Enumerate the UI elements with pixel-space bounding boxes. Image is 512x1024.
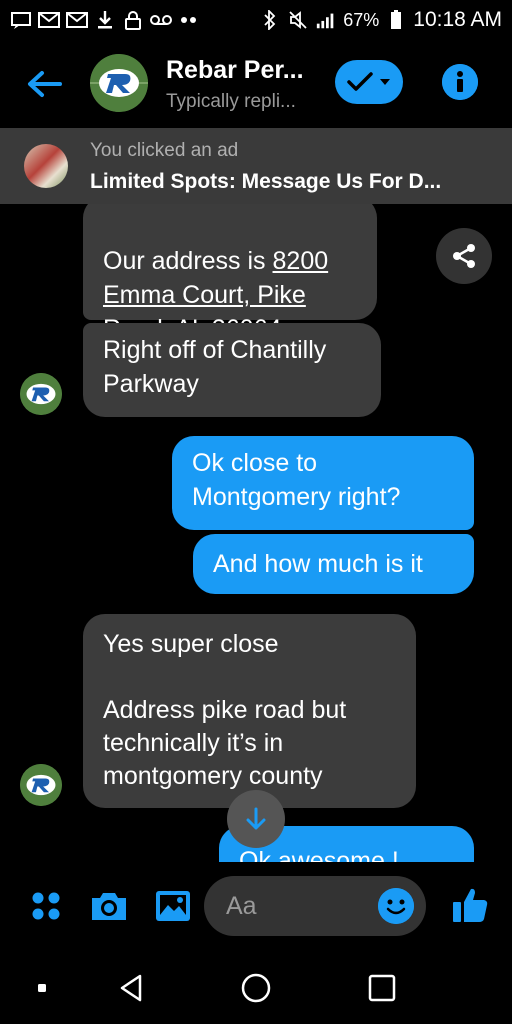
share-button[interactable]: [436, 228, 492, 284]
message-incoming[interactable]: Right off of Chantilly Parkway: [83, 323, 381, 417]
more-actions-button[interactable]: [24, 884, 68, 928]
mark-done-button[interactable]: [335, 60, 403, 104]
gallery-button[interactable]: [150, 884, 196, 928]
gmail-icon: [38, 9, 60, 31]
rebar-logo-icon: [20, 764, 62, 806]
lock-icon: [122, 9, 144, 31]
thumbs-up-icon: [453, 888, 488, 922]
checkmark-icon: [347, 72, 373, 91]
info-button[interactable]: [442, 64, 478, 100]
camera-button[interactable]: [86, 884, 132, 928]
circle-home-icon: [241, 973, 271, 1003]
bluetooth-icon: [259, 9, 281, 31]
message-input[interactable]: [204, 876, 374, 936]
response-time: Typically repli...: [166, 91, 296, 112]
share-icon: [453, 244, 475, 268]
rebar-logo-icon: [90, 54, 148, 112]
ad-title: Limited Spots: Message Us For D...: [90, 170, 442, 193]
dot-icon: [38, 984, 46, 992]
triangle-back-icon: [120, 974, 142, 1002]
message-thread[interactable]: Our address is 8200 Emma Court, Pike Roa…: [0, 204, 512, 862]
scroll-to-bottom-button[interactable]: [227, 790, 285, 848]
message-incoming[interactable]: Yes super close Address pike road but te…: [83, 614, 416, 808]
message-text: Our address is: [103, 247, 273, 275]
message-outgoing[interactable]: Ok close to Montgomery right?: [172, 436, 474, 530]
more-dots-icon: [178, 9, 200, 31]
download-icon: [94, 9, 116, 31]
smiley-icon: [378, 888, 414, 924]
message-incoming[interactable]: Our address is 8200 Emma Court, Pike Roa…: [83, 204, 377, 343]
info-icon: [442, 64, 478, 100]
contact-info[interactable]: Rebar Per... Typically repli...: [166, 56, 326, 113]
contact-avatar[interactable]: [90, 54, 148, 112]
message-outgoing[interactable]: And how much is it: [193, 534, 474, 594]
mute-icon: [287, 9, 309, 31]
system-nav-bar: [0, 952, 512, 1024]
gmail-icon: [66, 9, 88, 31]
ad-label: You clicked an ad: [90, 140, 239, 161]
like-button[interactable]: [446, 880, 494, 930]
back-button[interactable]: [22, 62, 66, 106]
four-dots-icon: [32, 892, 60, 920]
ad-context-banner[interactable]: You clicked an ad Limited Spots: Message…: [0, 128, 512, 204]
signal-icon: [315, 9, 337, 31]
image-icon: [156, 891, 190, 921]
camera-icon: [92, 893, 126, 920]
recents-dot-button[interactable]: [30, 976, 54, 1000]
back-arrow-icon: [28, 71, 62, 97]
battery-icon: [385, 9, 407, 31]
chat-header: Rebar Per... Typically repli...: [0, 40, 512, 128]
system-icons: 67% 10:18 AM: [259, 8, 502, 32]
nav-recents-button[interactable]: [360, 966, 404, 1010]
status-bar: 67% 10:18 AM: [0, 0, 512, 40]
chevron-down-icon: [380, 79, 390, 85]
contact-name: Rebar Per...: [166, 56, 304, 84]
message-input-container: [204, 876, 426, 936]
rebar-logo-icon: [20, 373, 62, 415]
battery-percent: 67%: [343, 9, 380, 30]
nav-back-button[interactable]: [110, 966, 154, 1010]
sender-avatar: [20, 373, 62, 415]
voicemail-icon: [150, 9, 172, 31]
sender-avatar: [20, 764, 62, 806]
nav-home-button[interactable]: [234, 966, 278, 1010]
message-composer: [0, 862, 512, 952]
ad-thumbnail: [24, 144, 68, 188]
clock: 10:18 AM: [413, 8, 502, 31]
notification-icons: [10, 9, 200, 31]
emoji-button[interactable]: [378, 888, 414, 924]
square-recents-icon: [368, 974, 396, 1002]
arrow-down-icon: [246, 807, 266, 830]
screen-icon: [10, 9, 32, 31]
